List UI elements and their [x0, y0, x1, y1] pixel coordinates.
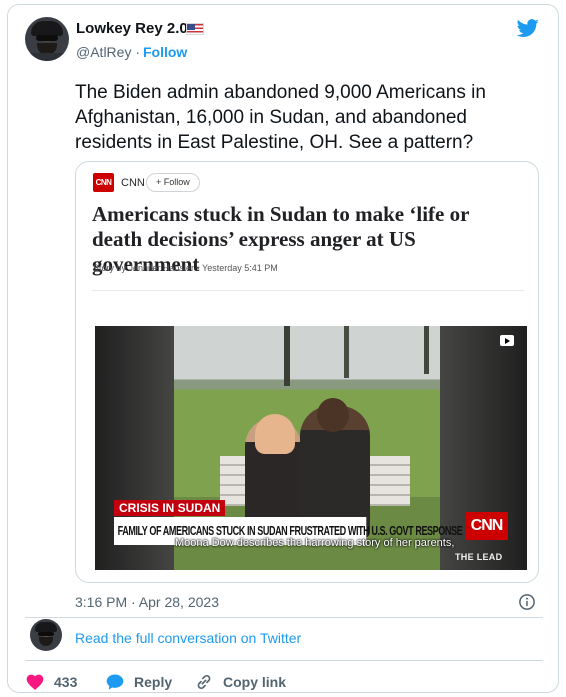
us-flag-icon: [186, 23, 204, 35]
reply-button[interactable]: Reply: [105, 672, 172, 692]
twitter-bird-icon[interactable]: [515, 17, 541, 39]
tweet-text: The Biden admin abandoned 9,000 American…: [75, 82, 486, 153]
article-follow-button[interactable]: + Follow: [146, 173, 200, 192]
avatar-glasses: [38, 632, 54, 636]
reply-bubble-icon: [106, 674, 124, 690]
handle-separator: ·: [135, 44, 141, 60]
avatar-hair: [35, 622, 57, 632]
avatar-glasses: [36, 35, 58, 41]
info-icon[interactable]: [518, 593, 536, 611]
author-handle[interactable]: @AtlRey ·: [76, 44, 140, 60]
video-tree: [424, 326, 429, 374]
article-source-name: CNN: [121, 177, 145, 189]
article-divider: [92, 290, 524, 291]
copy-link-button[interactable]: Copy link: [194, 672, 286, 692]
avatar-beard: [39, 637, 53, 646]
follow-button[interactable]: Follow: [143, 44, 187, 60]
read-conversation-link[interactable]: Read the full conversation on Twitter: [75, 630, 301, 646]
embedded-article-card[interactable]: CNN CNN + Follow Americans stuck in Suda…: [75, 161, 539, 583]
article-byline: Story by Jennifer Hansler • Yesterday 5:…: [93, 263, 278, 273]
avatar-hair: [31, 21, 63, 36]
handle-text[interactable]: @AtlRey: [76, 44, 131, 60]
section-divider: [25, 617, 543, 618]
video-headscarf: [255, 414, 295, 454]
video-tree: [284, 326, 290, 386]
author-avatar-small[interactable]: [30, 619, 62, 651]
heart-icon: [26, 674, 44, 690]
avatar-shoulders: [25, 53, 69, 61]
author-avatar[interactable]: [25, 17, 69, 61]
video-tree: [344, 326, 349, 378]
section-divider: [25, 660, 543, 661]
tweet-timestamp[interactable]: 3:16 PM · Apr 28, 2023: [75, 594, 219, 610]
video-subtitle: Moona Dow describes the harrowing story …: [175, 537, 455, 549]
like-count: 433: [54, 674, 78, 690]
link-icon: [197, 674, 211, 690]
like-button[interactable]: 433: [25, 672, 77, 692]
video-label-tag: CRISIS IN SUDAN: [114, 500, 226, 516]
play-icon[interactable]: [500, 335, 514, 346]
cnn-logo: CNN: [93, 173, 114, 192]
reply-label: Reply: [134, 674, 173, 690]
video-show-name: THE LEAD: [455, 552, 503, 562]
video-player[interactable]: CRISIS IN SUDAN FAMILY OF AMERICANS STUC…: [95, 326, 527, 570]
network-badge: CNN: [465, 512, 508, 540]
copy-link-label: Copy link: [223, 674, 287, 690]
video-man-head: [317, 398, 349, 432]
author-name[interactable]: Lowkey Rey 2.0: [76, 20, 188, 37]
